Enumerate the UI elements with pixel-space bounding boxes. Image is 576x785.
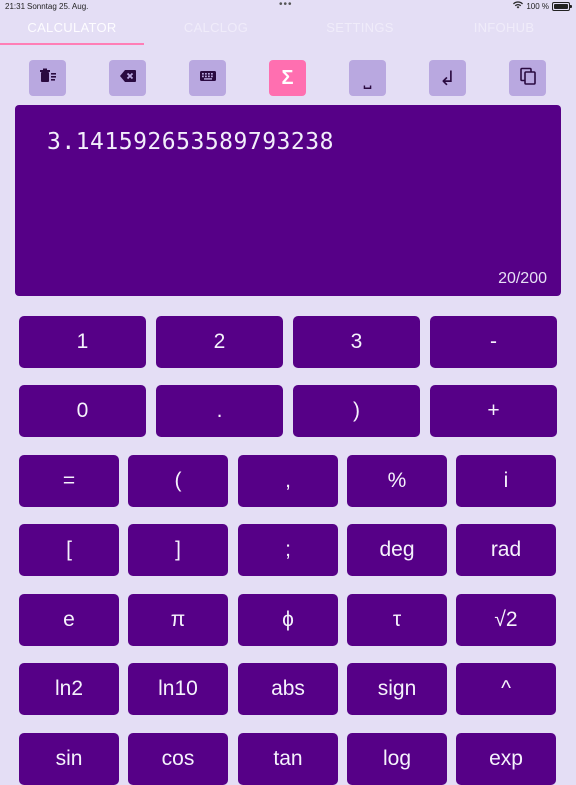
status-bar: 21:31 Sonntag 25. Aug. ••• 100 %	[0, 0, 576, 14]
key-close-bracket[interactable]: ]	[128, 524, 228, 576]
battery-percent: 100 %	[526, 1, 549, 11]
clear-list-icon	[39, 67, 57, 90]
backspace-icon	[119, 67, 137, 90]
key-sqrt2[interactable]: √2	[456, 594, 556, 646]
key-close-paren[interactable]: )	[293, 385, 420, 437]
key-sign[interactable]: sign	[347, 663, 447, 715]
copy-icon	[519, 67, 537, 90]
key-e[interactable]: e	[19, 594, 119, 646]
keyboard-icon	[199, 67, 217, 90]
key-imaginary[interactable]: i	[456, 455, 556, 507]
key-2[interactable]: 2	[156, 316, 283, 368]
space-icon: ⎵	[363, 66, 372, 89]
status-time: 21:31	[5, 2, 26, 11]
tab-calculator[interactable]: CALCULATOR	[0, 20, 144, 35]
expression-value: 3.14159265358979323​8	[47, 129, 334, 155]
keyboard-button[interactable]	[189, 60, 226, 96]
key-sin[interactable]: sin	[19, 733, 119, 785]
active-tab-indicator	[0, 43, 144, 45]
clear-log-button[interactable]	[29, 60, 66, 96]
key-deg[interactable]: deg	[347, 524, 447, 576]
key-exp[interactable]: exp	[456, 733, 556, 785]
key-phi[interactable]: ϕ	[238, 594, 338, 646]
character-counter: 20/200	[498, 270, 547, 287]
key-0[interactable]: 0	[19, 385, 146, 437]
key-percent[interactable]: %	[347, 455, 447, 507]
key-ln2[interactable]: ln2	[19, 663, 119, 715]
tab-infohub[interactable]: INFOHUB	[432, 20, 576, 35]
sigma-icon: Σ	[281, 66, 294, 89]
tab-bar: CALCULATOR CALCLOG SETTINGS INFOHUB	[0, 14, 576, 45]
battery-icon	[552, 1, 572, 11]
key-tan[interactable]: tan	[238, 733, 338, 785]
tab-settings[interactable]: SETTINGS	[288, 20, 432, 35]
key-comma[interactable]: ,	[238, 455, 338, 507]
key-power[interactable]: ^	[456, 663, 556, 715]
key-pi[interactable]: π	[128, 594, 228, 646]
key-decimal[interactable]: .	[156, 385, 283, 437]
key-open-bracket[interactable]: [	[19, 524, 119, 576]
key-cos[interactable]: cos	[128, 733, 228, 785]
key-minus[interactable]: -	[430, 316, 557, 368]
return-icon: ↲	[439, 67, 456, 90]
key-semicolon[interactable]: ;	[238, 524, 338, 576]
key-abs[interactable]: abs	[238, 663, 338, 715]
tab-calclog[interactable]: CALCLOG	[144, 20, 288, 35]
key-equals[interactable]: =	[19, 455, 119, 507]
status-right: 100 %	[513, 1, 572, 11]
key-tau[interactable]: τ	[347, 594, 447, 646]
key-ln10[interactable]: ln10	[128, 663, 228, 715]
copy-button[interactable]	[509, 60, 546, 96]
key-3[interactable]: 3	[293, 316, 420, 368]
calculator-display[interactable]: 3.14159265358979323​8 20/200	[15, 105, 561, 296]
backspace-button[interactable]	[109, 60, 146, 96]
status-date: Sonntag 25. Aug.	[27, 2, 89, 11]
toolbar: Σ ⎵ ↲	[0, 58, 576, 98]
key-log[interactable]: log	[347, 733, 447, 785]
wifi-icon	[513, 1, 524, 11]
key-1[interactable]: 1	[19, 316, 146, 368]
space-button[interactable]: ⎵	[349, 60, 386, 96]
return-button[interactable]: ↲	[429, 60, 466, 96]
key-plus[interactable]: +	[430, 385, 557, 437]
multitask-dots[interactable]: •••	[279, 0, 293, 10]
key-open-paren[interactable]: (	[128, 455, 228, 507]
sigma-button[interactable]: Σ	[269, 60, 306, 96]
key-rad[interactable]: rad	[456, 524, 556, 576]
